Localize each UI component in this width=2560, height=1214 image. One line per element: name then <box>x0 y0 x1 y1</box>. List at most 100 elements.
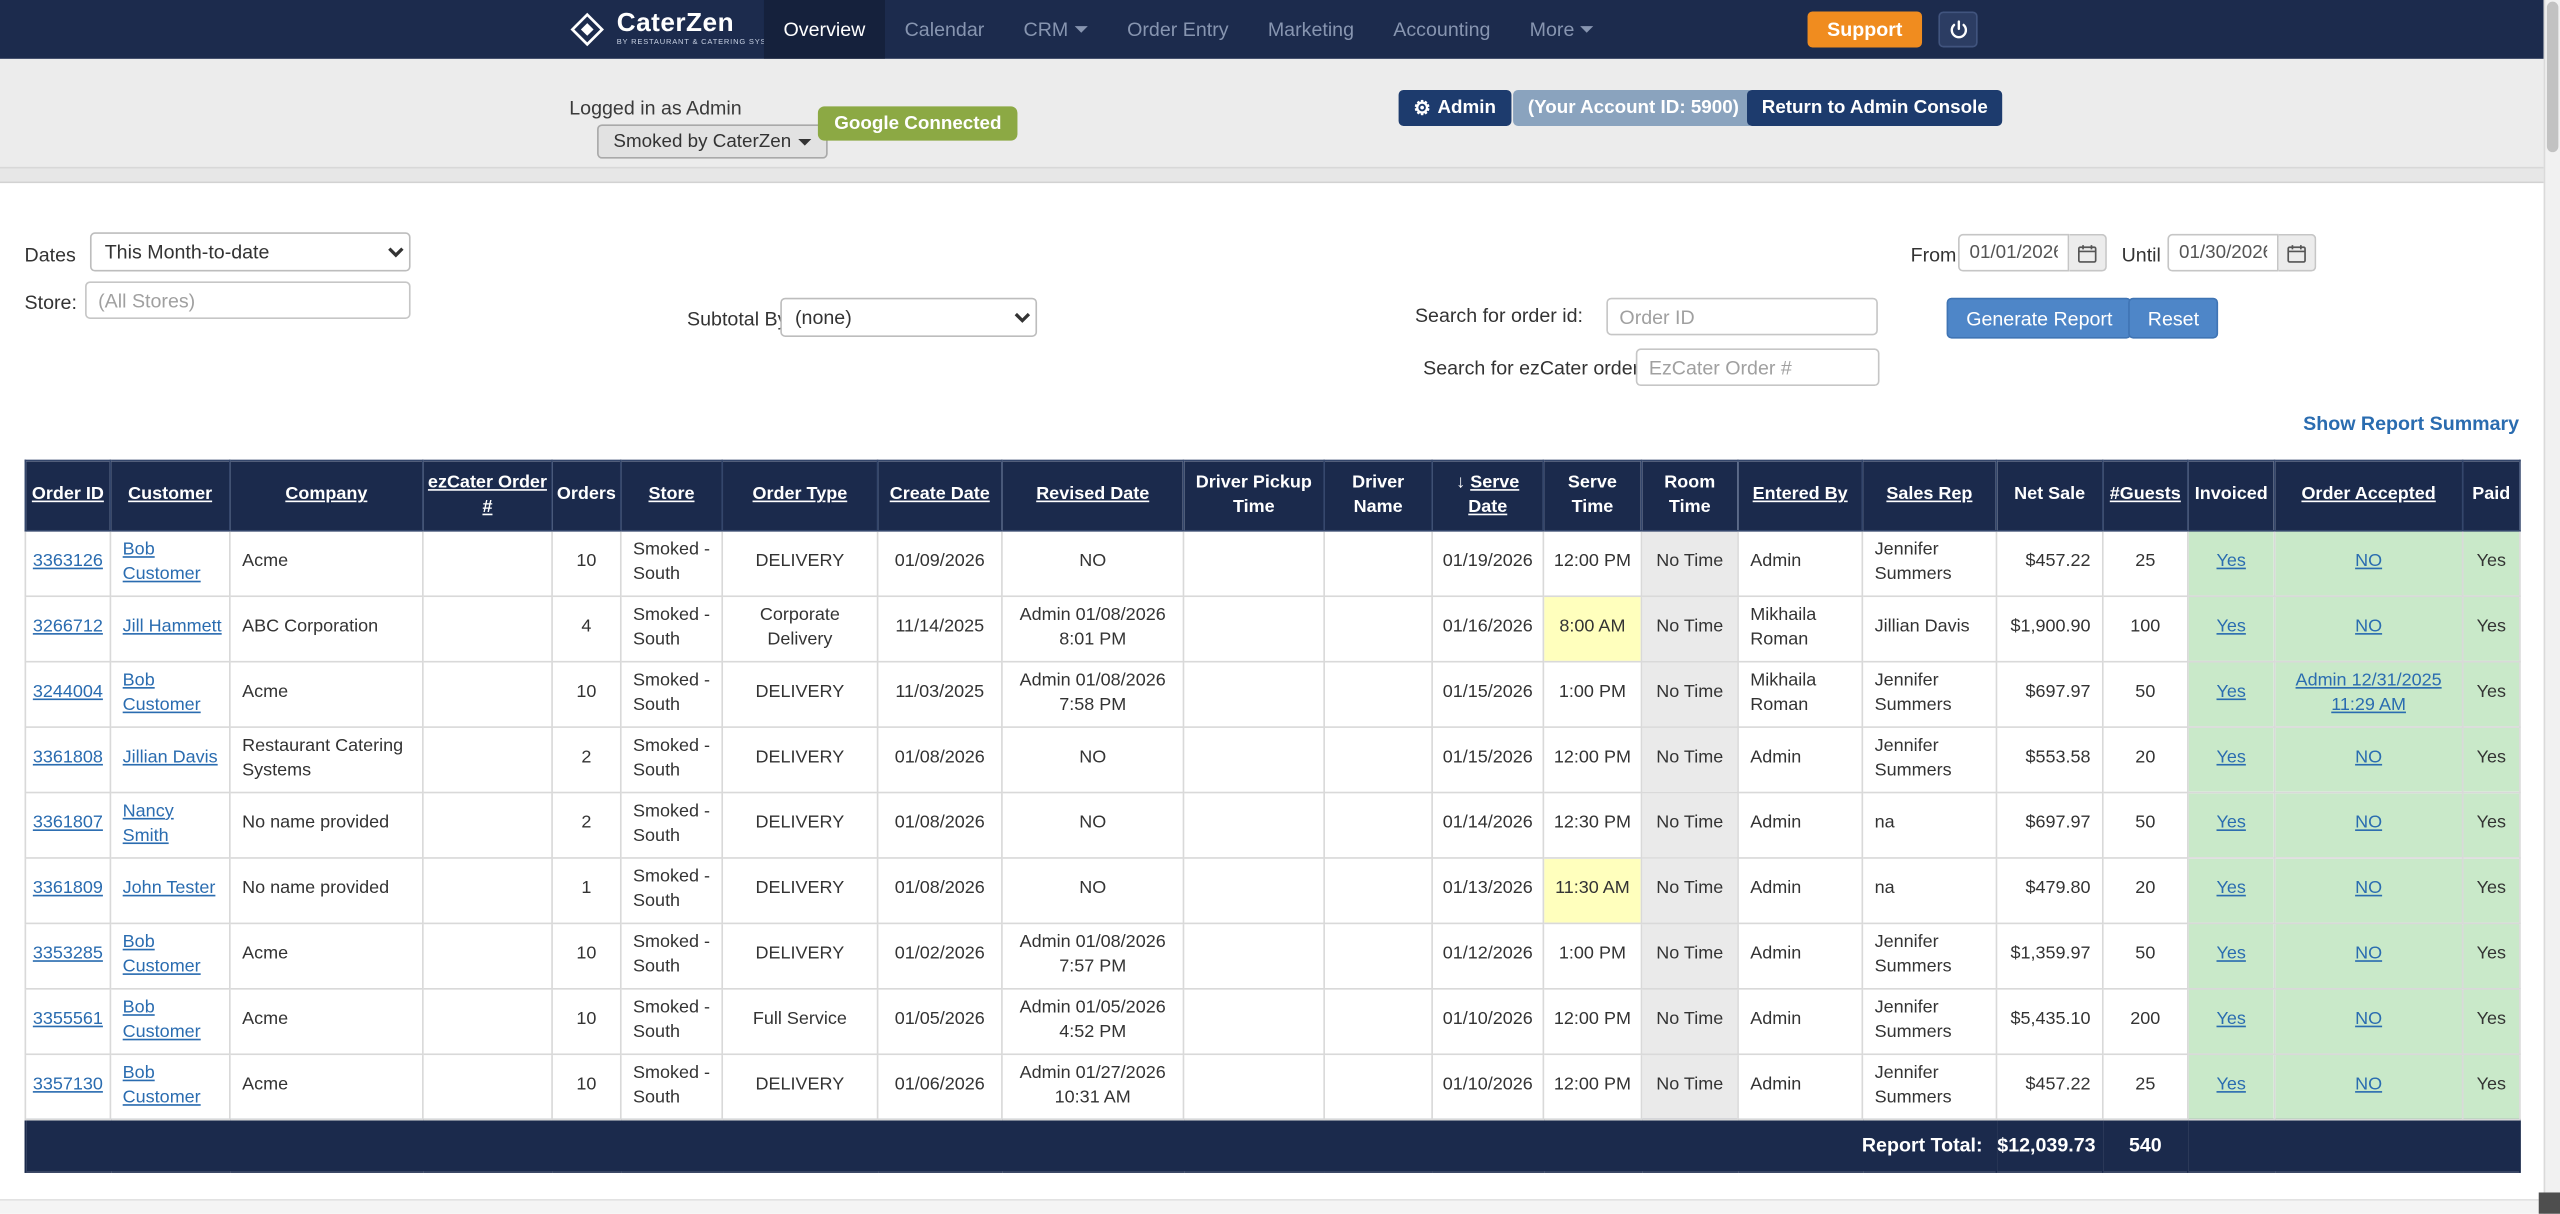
customer-link[interactable]: Bob Customer <box>123 1063 201 1108</box>
until-date-input[interactable] <box>2167 234 2278 272</box>
support-button[interactable]: Support <box>1808 11 1923 47</box>
page: CaterZen BY RESTAURANT & CATERING SYSTEM… <box>0 0 2560 1214</box>
nav-item-crm[interactable]: CRM <box>1004 0 1108 59</box>
vertical-scrollbar[interactable] <box>2544 0 2560 1214</box>
order-row: 3266712Jill HammettABC Corporation4Smoke… <box>25 596 2520 661</box>
order-accepted-link[interactable]: NO <box>2355 945 2382 965</box>
column-header-revised_date[interactable]: Revised Date <box>1002 460 1184 530</box>
column-header-entered_by[interactable]: Entered By <box>1738 460 1862 530</box>
customer-link[interactable]: John Tester <box>123 879 216 899</box>
orders-table-body: 3363126Bob CustomerAcme10Smoked - SouthD… <box>25 530 2520 1119</box>
customer-link[interactable]: Bob Customer <box>123 932 201 977</box>
cell-customer: Bob Customer <box>110 988 229 1053</box>
nav-item-overview[interactable]: Overview <box>764 0 885 59</box>
order-accepted-link[interactable]: NO <box>2355 879 2382 899</box>
cell-revised_date: Admin 01/05/2026 4:52 PM <box>1002 988 1184 1053</box>
invoiced-link[interactable]: Yes <box>2217 1010 2246 1030</box>
nav-item-accounting[interactable]: Accounting <box>1374 0 1510 59</box>
order-accepted-link[interactable]: NO <box>2355 814 2382 834</box>
order-id-link[interactable]: 3266712 <box>33 617 103 637</box>
cell-order_type: Corporate Delivery <box>722 596 877 661</box>
cell-create_date: 01/06/2026 <box>878 1054 1002 1119</box>
column-header-label: Room Time <box>1664 473 1715 517</box>
cell-order_accepted: NO <box>2275 792 2463 857</box>
customer-link[interactable]: Bob Customer <box>123 997 201 1042</box>
column-header-ezcater[interactable]: ezCater Order # <box>423 460 552 530</box>
order-accepted-link[interactable]: NO <box>2355 552 2382 572</box>
admin-button[interactable]: ⚙ Admin <box>1399 90 1511 126</box>
until-label: Until <box>2122 244 2161 267</box>
cell-sales_rep: na <box>1862 792 1996 857</box>
dates-select[interactable]: This Month-to-date <box>90 232 411 271</box>
customer-link[interactable]: Nancy Smith <box>123 801 174 846</box>
order-accepted-link[interactable]: NO <box>2355 748 2382 768</box>
store-input[interactable] <box>85 281 411 319</box>
column-header-serve_date[interactable]: ↓ Serve Date <box>1432 460 1543 530</box>
search-ezcater-input[interactable] <box>1636 348 1880 386</box>
customer-link[interactable]: Jillian Davis <box>123 748 218 768</box>
from-date-input[interactable] <box>1958 234 2069 272</box>
invoiced-link[interactable]: Yes <box>2217 617 2246 637</box>
nav-item-calendar[interactable]: Calendar <box>885 0 1004 59</box>
invoiced-link[interactable]: Yes <box>2217 748 2246 768</box>
invoiced-link[interactable]: Yes <box>2217 552 2246 572</box>
show-report-summary-link[interactable]: Show Report Summary <box>2303 412 2519 435</box>
nav-item-more[interactable]: More <box>1510 0 1614 59</box>
order-accepted-link[interactable]: Admin 12/31/2025 11:29 AM <box>2296 670 2442 715</box>
cell-order_accepted: NO <box>2275 596 2463 661</box>
column-header-order_type[interactable]: Order Type <box>722 460 877 530</box>
order-id-link[interactable]: 3355561 <box>33 1010 103 1030</box>
invoiced-link[interactable]: Yes <box>2217 945 2246 965</box>
invoiced-link[interactable]: Yes <box>2217 814 2246 834</box>
subtotal-by-select[interactable]: (none) <box>780 298 1037 337</box>
order-id-link[interactable]: 3361809 <box>33 879 103 899</box>
customer-link[interactable]: Jill Hammett <box>123 617 222 637</box>
until-calendar-button[interactable] <box>2279 234 2317 272</box>
order-accepted-link[interactable]: NO <box>2355 617 2382 637</box>
nav-item-order-entry[interactable]: Order Entry <box>1107 0 1248 59</box>
from-calendar-button[interactable] <box>2069 234 2107 272</box>
order-accepted-link[interactable]: NO <box>2355 1010 2382 1030</box>
nav-item-marketing[interactable]: Marketing <box>1248 0 1373 59</box>
customer-link[interactable]: Bob Customer <box>123 670 201 715</box>
reset-button[interactable]: Reset <box>2128 298 2219 339</box>
column-header-order_id[interactable]: Order ID <box>25 460 110 530</box>
logout-power-button[interactable] <box>1938 11 1977 47</box>
account-id-button[interactable]: (Your Account ID: 5900) <box>1513 90 1754 126</box>
cell-company: Acme <box>230 1054 423 1119</box>
cell-order_type: DELIVERY <box>722 1054 877 1119</box>
column-header-sales_rep[interactable]: Sales Rep <box>1862 460 1996 530</box>
invoiced-link[interactable]: Yes <box>2217 879 2246 899</box>
column-header-store[interactable]: Store <box>621 460 722 530</box>
order-id-link[interactable]: 3363126 <box>33 552 103 572</box>
vertical-scrollbar-thumb[interactable] <box>2547 2 2558 152</box>
column-header-order_accepted[interactable]: Order Accepted <box>2275 460 2463 530</box>
brand-logo[interactable]: CaterZen BY RESTAURANT & CATERING SYSTEM… <box>569 0 790 59</box>
order-id-link[interactable]: 3353285 <box>33 945 103 965</box>
horizontal-scrollbar[interactable] <box>0 1199 2539 1214</box>
store-selector-dropdown[interactable]: Smoked by CaterZen <box>597 124 827 158</box>
order-row: 3363126Bob CustomerAcme10Smoked - SouthD… <box>25 530 2520 595</box>
return-admin-console-button[interactable]: Return to Admin Console <box>1747 90 2003 126</box>
order-id-link[interactable]: 3361807 <box>33 814 103 834</box>
google-connected-button[interactable]: Google Connected <box>818 106 1018 140</box>
cell-ezcater <box>423 792 552 857</box>
cell-serve_time: 11:30 AM <box>1543 857 1641 922</box>
invoiced-link[interactable]: Yes <box>2217 1075 2246 1095</box>
column-header-create_date[interactable]: Create Date <box>878 460 1002 530</box>
order-accepted-link[interactable]: NO <box>2355 1075 2382 1095</box>
cell-create_date: 01/08/2026 <box>878 792 1002 857</box>
customer-link[interactable]: Bob Customer <box>123 539 201 584</box>
column-header-label: Driver Pickup Time <box>1196 473 1312 517</box>
cell-driver_pickup <box>1183 923 1324 988</box>
order-id-link[interactable]: 3244004 <box>33 683 103 703</box>
invoiced-link[interactable]: Yes <box>2217 683 2246 703</box>
column-header-guests[interactable]: #Guests <box>2103 460 2188 530</box>
column-header-company[interactable]: Company <box>230 460 423 530</box>
cell-company: Acme <box>230 923 423 988</box>
search-order-id-input[interactable] <box>1606 298 1878 336</box>
order-id-link[interactable]: 3361808 <box>33 748 103 768</box>
generate-report-button[interactable]: Generate Report <box>1947 298 2132 339</box>
order-id-link[interactable]: 3357130 <box>33 1075 103 1095</box>
column-header-customer[interactable]: Customer <box>110 460 229 530</box>
